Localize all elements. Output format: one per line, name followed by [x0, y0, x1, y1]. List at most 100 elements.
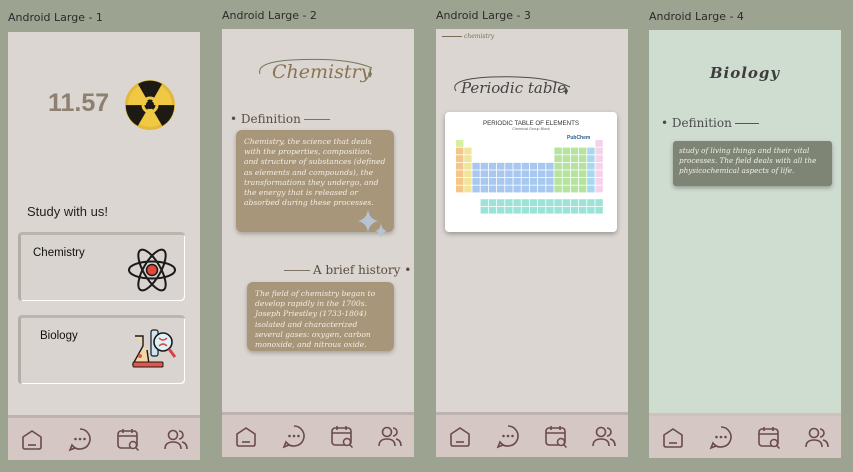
element-cell [464, 147, 472, 155]
home-icon[interactable] [660, 424, 686, 450]
page-title: Chemistry [272, 61, 372, 83]
users-icon[interactable] [377, 423, 403, 449]
home-icon[interactable] [19, 426, 45, 452]
element-cell [595, 147, 603, 155]
element-cell [472, 178, 480, 185]
element-cell [579, 170, 587, 178]
element-cell [480, 162, 488, 170]
table-title: PERIODIC TABLE OF ELEMENTS [482, 120, 580, 127]
element-cell [579, 199, 587, 206]
element-cell [562, 178, 570, 185]
subject-label-chemistry: Chemistry [33, 247, 85, 259]
element-cell [546, 178, 554, 185]
element-cell [587, 199, 595, 206]
element-cell [538, 170, 546, 178]
element-cell [554, 199, 562, 206]
history-heading: A brief history • [284, 263, 411, 277]
element-cell [513, 178, 521, 185]
periodic-table-card[interactable]: PERIODIC TABLE OF ELEMENTS Chemical Grou… [445, 112, 617, 232]
subject-card-chemistry[interactable]: Chemistry [18, 232, 185, 301]
element-cell [570, 162, 579, 170]
calendar-search-icon[interactable] [329, 423, 355, 449]
element-cell [579, 147, 587, 155]
element-cell [546, 199, 554, 206]
chat-icon[interactable] [67, 426, 93, 452]
home-icon[interactable] [233, 423, 259, 449]
element-cell [521, 199, 529, 206]
element-cell [472, 170, 480, 178]
element-cell [464, 155, 472, 162]
definition-heading: • Definition [230, 112, 330, 126]
calendar-search-icon[interactable] [543, 423, 569, 449]
sparkle-icon [358, 209, 387, 239]
element-cell [480, 199, 488, 206]
table-subtitle: Chemical Group Block [512, 127, 550, 131]
element-cell [456, 140, 464, 147]
element-cell [529, 206, 538, 214]
element-cell [570, 178, 579, 185]
element-cell [505, 185, 513, 193]
element-cell [480, 206, 488, 214]
phone-biology: Biology • Definition study of living thi… [649, 30, 841, 458]
timer-display: 11.57 [48, 89, 110, 117]
element-cell [538, 162, 546, 170]
element-cell [579, 178, 587, 185]
element-cell [546, 185, 554, 193]
element-cell [456, 162, 464, 170]
users-icon[interactable] [804, 424, 830, 450]
element-cell [505, 170, 513, 178]
element-cell [456, 155, 464, 162]
element-cell [529, 162, 538, 170]
chat-icon[interactable] [708, 424, 734, 450]
chat-icon[interactable] [495, 423, 521, 449]
element-cell [497, 162, 505, 170]
element-cell [505, 162, 513, 170]
element-cell [562, 147, 570, 155]
element-cell [497, 178, 505, 185]
bottom-nav-2 [222, 412, 414, 457]
element-cell [488, 178, 497, 185]
phone-home: 11.57 Study with us! Chemistry Biology [8, 32, 200, 460]
element-cell [570, 206, 579, 214]
element-cell [595, 206, 603, 214]
element-cell [497, 206, 505, 214]
element-cell [595, 185, 603, 193]
element-cell [488, 162, 497, 170]
element-cell [521, 162, 529, 170]
element-cell [562, 185, 570, 193]
element-cell [529, 185, 538, 193]
element-cell [546, 170, 554, 178]
users-icon[interactable] [591, 423, 617, 449]
element-cell [587, 185, 595, 193]
subject-card-biology[interactable]: Biology [18, 315, 185, 384]
element-cell [529, 170, 538, 178]
element-cell [538, 206, 546, 214]
element-cell [529, 199, 538, 206]
frame-title-2: Android Large - 2 [222, 9, 317, 22]
element-cell [587, 206, 595, 214]
element-cell [587, 178, 595, 185]
calendar-search-icon[interactable] [756, 424, 782, 450]
calendar-search-icon[interactable] [115, 426, 141, 452]
element-cell [562, 155, 570, 162]
element-cell [521, 170, 529, 178]
lab-flask-icon [131, 329, 177, 368]
periodic-table-graphic [456, 140, 603, 214]
definition-card: study of living things and their vital p… [673, 141, 832, 186]
frame-title-1: Android Large - 1 [8, 11, 103, 24]
element-cell [570, 185, 579, 193]
chat-icon[interactable] [281, 423, 307, 449]
users-icon[interactable] [163, 426, 189, 452]
breadcrumb[interactable]: chemistry [442, 33, 494, 40]
element-cell [456, 170, 464, 178]
history-card: The field of chemistry began to develop … [247, 282, 394, 351]
element-cell [513, 199, 521, 206]
home-icon[interactable] [447, 423, 473, 449]
element-cell [562, 199, 570, 206]
definition-heading: • Definition [661, 116, 759, 130]
element-cell [497, 185, 505, 193]
element-cell [587, 147, 595, 155]
element-cell [521, 206, 529, 214]
frame-title-4: Android Large - 4 [649, 10, 744, 23]
subject-label-biology: Biology [40, 330, 78, 342]
